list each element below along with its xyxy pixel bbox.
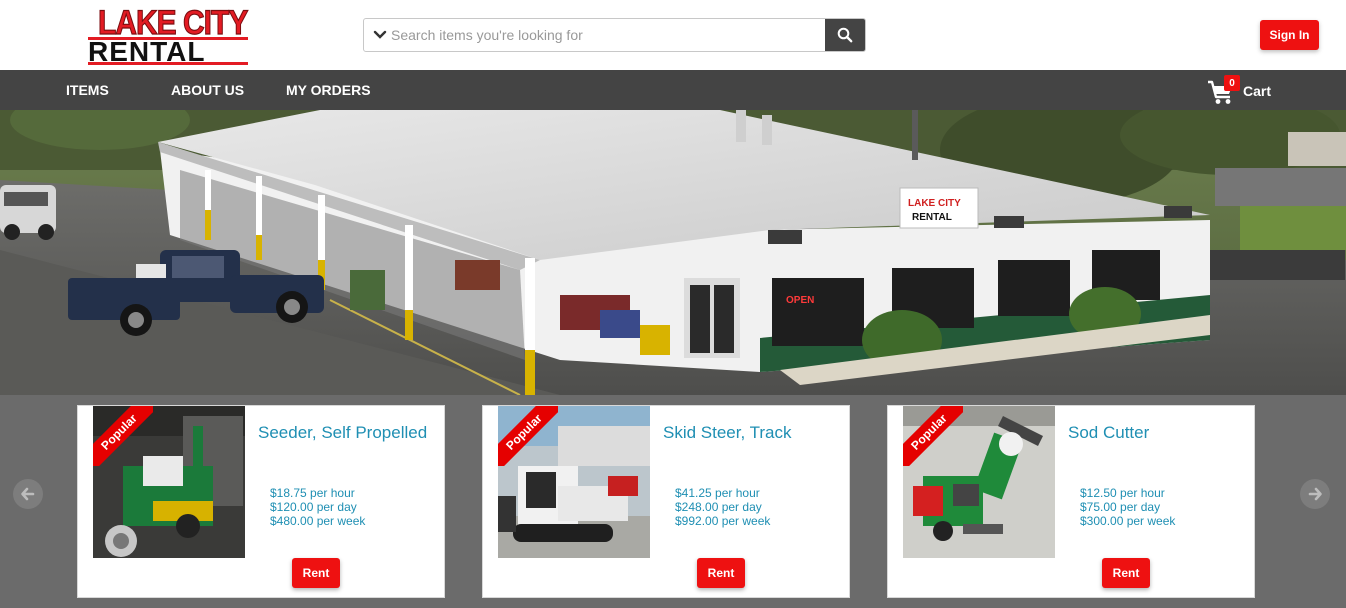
logo-baseline [88,62,248,65]
carousel-prev-button[interactable] [13,479,43,509]
arrow-left-icon [21,487,35,501]
featured-carousel: Popular Seeder, Self Propelled $18.75 pe… [0,395,1346,608]
popular-ribbon: Popular [93,406,153,466]
product-image[interactable]: Popular [498,406,650,558]
price-per-hour: $12.50 per hour [1080,486,1165,500]
product-prices: $41.25 per hour $248.00 per day $992.00 … [675,486,770,528]
open-sign: OPEN [786,295,814,306]
rent-button[interactable]: Rent [292,558,340,588]
search-button[interactable] [825,19,865,51]
nav-item-items[interactable]: ITEMS [66,70,109,110]
product-image[interactable]: Popular [903,406,1055,558]
product-card: Popular Seeder, Self Propelled $18.75 pe… [77,405,445,598]
chevron-down-icon[interactable] [373,27,387,43]
cart-count-badge: 0 [1224,75,1240,91]
popular-badge: Popular [903,406,963,466]
product-title[interactable]: Sod Cutter [1068,423,1149,443]
product-prices: $12.50 per hour $75.00 per day $300.00 p… [1080,486,1175,528]
product-prices: $18.75 per hour $120.00 per day $480.00 … [270,486,365,528]
rent-button[interactable]: Rent [697,558,745,588]
search-icon [837,27,853,43]
product-title[interactable]: Seeder, Self Propelled [258,423,427,443]
price-per-day: $120.00 per day [270,500,357,514]
price-per-day: $75.00 per day [1080,500,1161,514]
price-per-hour: $41.25 per hour [675,486,760,500]
header: LAKE CITY RENTAL Sign In [0,0,1346,70]
carousel-next-button[interactable] [1300,479,1330,509]
popular-ribbon: Popular [903,406,963,466]
storefront-photo: OPEN LAKE CITY RENTAL [0,110,1346,395]
popular-ribbon: Popular [498,406,558,466]
product-card: Popular Skid Steer, Track $41.25 per hou… [482,405,850,598]
product-title[interactable]: Skid Steer, Track [663,423,792,443]
popular-badge: Popular [93,406,153,466]
cart-button[interactable]: 0 Cart [1207,74,1287,108]
arrow-right-icon [1308,487,1322,501]
search-input[interactable] [391,19,821,51]
hero-banner: OPEN LAKE CITY RENTAL [0,110,1346,395]
price-per-week: $480.00 per week [270,514,366,528]
price-per-week: $300.00 per week [1080,514,1176,528]
nav-item-about-us[interactable]: ABOUT US [171,70,244,110]
building-sign-line1: LAKE CITY [908,198,961,209]
price-per-hour: $18.75 per hour [270,486,355,500]
building-sign-line2: RENTAL [912,212,952,223]
rent-button[interactable]: Rent [1102,558,1150,588]
nav-item-my-orders[interactable]: MY ORDERS [286,70,371,110]
logo[interactable]: LAKE CITY RENTAL [86,3,256,67]
cart-label: Cart [1243,83,1272,99]
sign-in-button[interactable]: Sign In [1260,20,1319,50]
search-bar [363,18,866,52]
main-nav: ITEMS ABOUT US MY ORDERS 0 Cart [0,70,1346,110]
product-image[interactable]: Popular [93,406,245,558]
popular-badge: Popular [498,406,558,466]
price-per-day: $248.00 per day [675,500,762,514]
price-per-week: $992.00 per week [675,514,771,528]
product-card: Popular Sod Cutter $12.50 per hour $75.0… [887,405,1255,598]
